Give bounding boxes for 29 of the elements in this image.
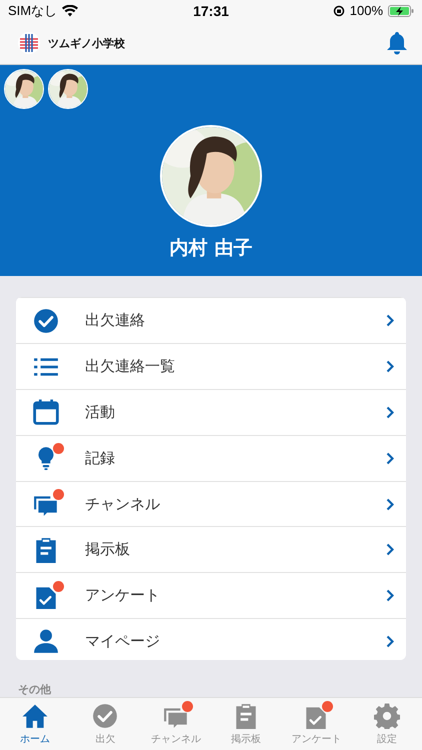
school-logo-icon: [18, 32, 40, 54]
check-circle-icon: [92, 703, 118, 730]
calendar-icon: [33, 399, 59, 426]
chevron-right-icon: [386, 589, 394, 602]
tab[interactable]: ホーム: [0, 698, 70, 750]
chevron-right-icon: [386, 498, 394, 511]
battery-percent: 100%: [350, 3, 383, 18]
chevron-right-icon: [386, 360, 394, 374]
gear-icon: [374, 703, 400, 730]
chevron-right-icon: [386, 452, 394, 465]
chevron-right-icon: [386, 634, 394, 648]
menu-item[interactable]: チャンネル: [16, 480, 406, 526]
person-icon: [33, 628, 59, 654]
carrier-label: SIMなし: [8, 2, 58, 20]
chevron-right-icon: [386, 314, 394, 328]
wifi-icon: [62, 4, 78, 17]
clock-time: 17:31: [193, 2, 229, 19]
check-circle-icon: [33, 308, 59, 334]
bell-icon[interactable]: [386, 31, 408, 56]
user-name: 内村 由子: [170, 236, 252, 262]
chevron-right-icon: [386, 406, 394, 419]
home-icon: [22, 703, 48, 730]
school-name: ツムギノ小学校: [48, 36, 126, 51]
battery-charging-icon: [388, 4, 414, 17]
menu-item[interactable]: マイページ: [16, 618, 406, 660]
chevron-right-icon: [386, 543, 394, 556]
menu-item[interactable]: 出欠連絡: [16, 297, 406, 344]
orientation-lock-icon: [332, 4, 345, 17]
section-heading: その他: [18, 683, 51, 696]
